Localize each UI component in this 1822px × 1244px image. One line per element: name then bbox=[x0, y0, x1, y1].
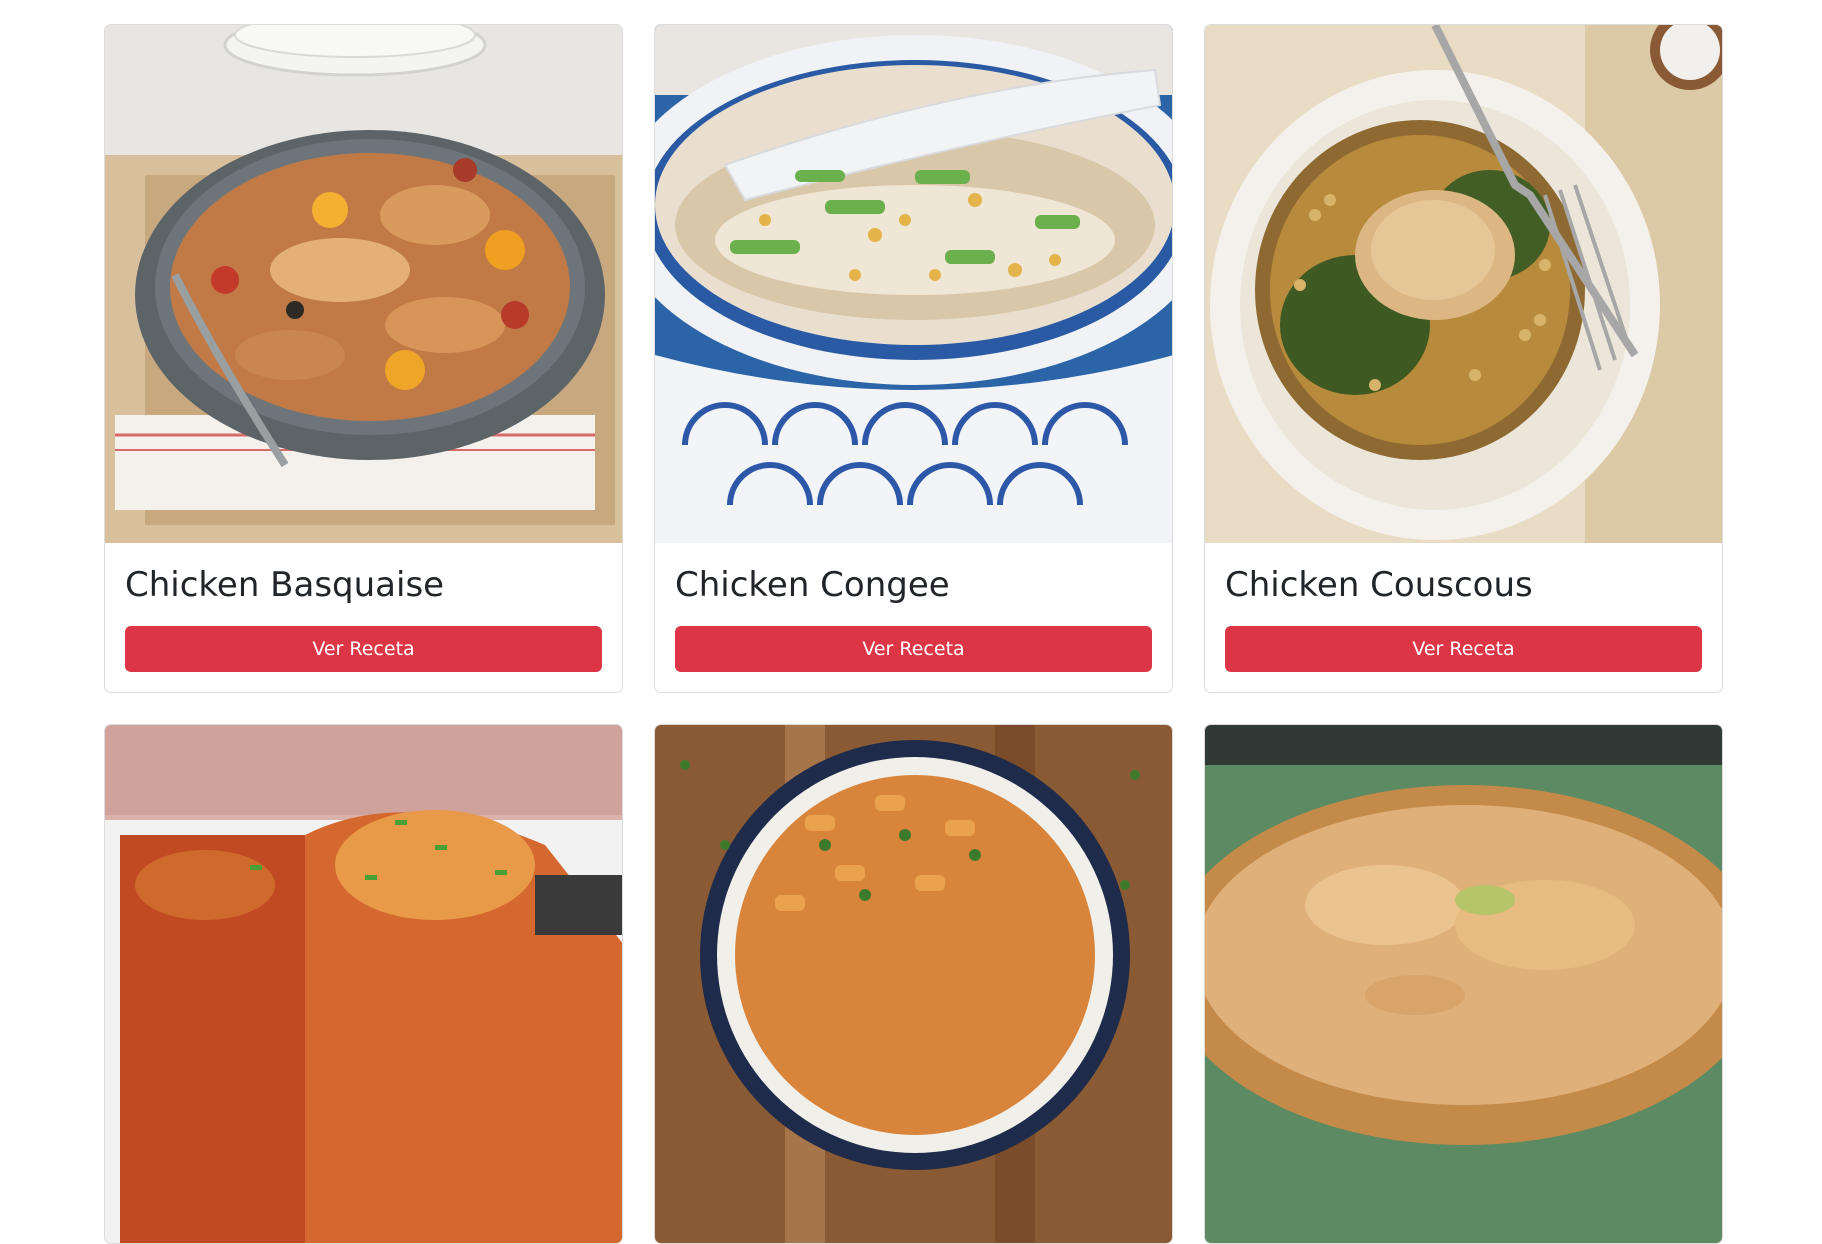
recipe-image-pasta bbox=[655, 724, 1172, 1243]
recipe-image-lasagna bbox=[105, 724, 622, 1243]
recipe-card bbox=[654, 723, 1173, 1244]
recipe-image-pot-pie bbox=[1205, 724, 1722, 1243]
recipe-title: Chicken Couscous bbox=[1225, 565, 1533, 605]
recipe-grid: Chicken Basquaise Ver Receta Chicken Con… bbox=[104, 24, 1724, 1244]
recipe-image-chicken-basquaise bbox=[105, 25, 622, 543]
recipe-card: Chicken Basquaise Ver Receta bbox=[104, 24, 623, 693]
recipe-card: Chicken Congee Ver Receta bbox=[654, 24, 1173, 693]
recipe-title: Chicken Basquaise bbox=[125, 565, 445, 605]
view-recipe-button[interactable]: Ver Receta bbox=[125, 625, 602, 672]
view-recipe-button[interactable]: Ver Receta bbox=[1225, 625, 1702, 672]
view-recipe-button[interactable]: Ver Receta bbox=[675, 625, 1152, 672]
recipe-card bbox=[1204, 723, 1723, 1244]
recipe-image-chicken-congee bbox=[655, 25, 1172, 543]
recipe-image-chicken-couscous bbox=[1205, 25, 1722, 543]
recipe-title: Chicken Congee bbox=[675, 565, 950, 605]
recipe-card: Chicken Couscous Ver Receta bbox=[1204, 24, 1723, 693]
recipe-card bbox=[104, 723, 623, 1244]
